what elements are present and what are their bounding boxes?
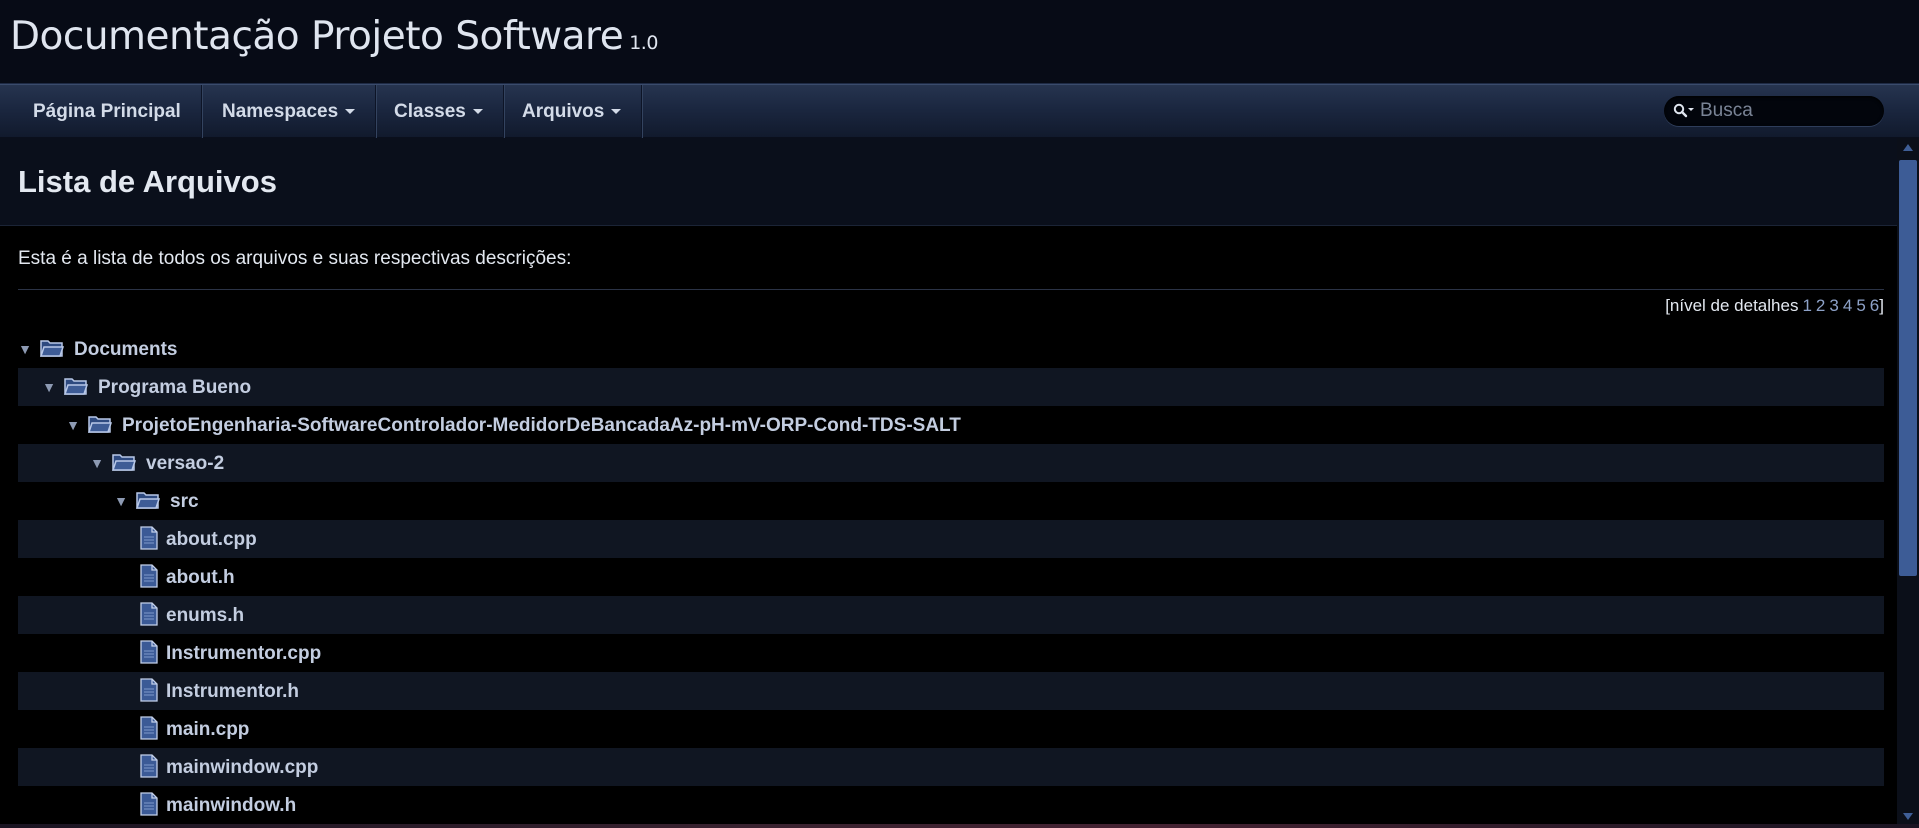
file-icon xyxy=(140,526,158,550)
nav-item-classes[interactable]: Classes xyxy=(374,85,504,138)
folder-link[interactable]: src xyxy=(170,491,199,513)
file-icon xyxy=(140,716,158,740)
expand-toggle-icon[interactable]: ▼ xyxy=(114,493,128,509)
main-nav: Página Principal Namespaces Classes Arqu… xyxy=(0,84,1919,138)
scroll-up-arrow-icon[interactable] xyxy=(1903,144,1913,151)
caret-down-icon xyxy=(472,109,483,114)
folder-link[interactable]: ProjetoEngenharia-SoftwareControlador-Me… xyxy=(122,415,961,437)
title-area: Documentação Projeto Software 1.0 xyxy=(0,0,1919,84)
detail-level-6[interactable]: 6 xyxy=(1870,296,1879,315)
detail-level-4[interactable]: 4 xyxy=(1843,296,1852,315)
tree-file-row: mainwindow.cpp xyxy=(18,748,1884,786)
project-name: Documentação Projeto Software 1.0 xyxy=(10,14,658,59)
page-title: Lista de Arquivos xyxy=(18,164,277,199)
project-name-text: Documentação Projeto Software xyxy=(10,14,624,59)
tree-file-row: about.cpp xyxy=(18,520,1884,558)
tree-file-row: mainwindow.h xyxy=(18,786,1884,824)
scroll-down-arrow-icon[interactable] xyxy=(1903,813,1913,820)
nav-item-label: Classes xyxy=(394,100,466,122)
file-link[interactable]: about.h xyxy=(166,567,235,589)
expand-toggle-icon[interactable]: ▼ xyxy=(66,417,80,433)
tree-folder-row: ▼ Documents xyxy=(18,330,1884,368)
nav-item-label: Página Principal xyxy=(33,100,181,122)
divider xyxy=(18,289,1884,290)
intro-text: Esta é a lista de todos os arquivos e su… xyxy=(18,248,572,269)
file-link[interactable]: Instrumentor.h xyxy=(166,681,299,703)
tree-folder-row: ▼ src xyxy=(18,482,1884,520)
caret-down-icon xyxy=(611,109,622,114)
tree-folder-row: ▼ ProjetoEngenharia-SoftwareControlador-M… xyxy=(18,406,1884,444)
file-link[interactable]: about.cpp xyxy=(166,529,257,551)
nav-item-arquivos[interactable]: Arquivos xyxy=(502,85,643,138)
expand-toggle-icon[interactable]: ▼ xyxy=(90,455,104,471)
folder-open-icon xyxy=(87,414,113,434)
nav-item-label: Arquivos xyxy=(522,100,605,122)
file-icon xyxy=(140,640,158,664)
project-number: 1.0 xyxy=(629,32,658,54)
file-icon xyxy=(140,678,158,702)
vertical-scrollbar[interactable] xyxy=(1897,138,1919,828)
tree-file-row: about.h xyxy=(18,558,1884,596)
tree-folder-row: ▼ Programa Bueno xyxy=(18,368,1884,406)
tree-file-row: enums.h xyxy=(18,596,1884,634)
main-content: Lista de Arquivos Esta é a lista de todo… xyxy=(0,138,1897,828)
folder-open-icon xyxy=(63,376,89,396)
detail-level-close: ] xyxy=(1879,296,1884,315)
file-icon xyxy=(140,564,158,588)
detail-level-5[interactable]: 5 xyxy=(1856,296,1865,315)
folder-link[interactable]: versao-2 xyxy=(146,453,224,475)
folder-open-icon xyxy=(111,452,137,472)
folder-link[interactable]: Documents xyxy=(74,339,177,361)
folder-open-icon xyxy=(135,490,161,510)
tree-file-row: main.cpp xyxy=(18,710,1884,748)
search-box[interactable] xyxy=(1664,96,1884,126)
folder-link[interactable]: Programa Bueno xyxy=(98,377,251,399)
folder-open-icon xyxy=(39,338,65,358)
tree-file-row: Instrumentor.cpp xyxy=(18,634,1884,672)
caret-down-icon xyxy=(345,109,356,114)
detail-level-label: [nível de detalhes xyxy=(1665,296,1799,315)
scrollbar-thumb[interactable] xyxy=(1899,160,1917,576)
detail-level-1[interactable]: 1 xyxy=(1802,296,1811,315)
file-link[interactable]: mainwindow.cpp xyxy=(166,757,318,779)
tree-folder-row: ▼ versao-2 xyxy=(18,444,1884,482)
file-link[interactable]: enums.h xyxy=(166,605,244,627)
nav-item-pagina-principal[interactable]: Página Principal xyxy=(13,85,202,138)
search-input[interactable] xyxy=(1700,99,1870,123)
nav-item-label: Namespaces xyxy=(222,100,339,122)
expand-toggle-icon[interactable]: ▼ xyxy=(42,379,56,395)
window-bottom-edge xyxy=(0,824,1919,828)
file-link[interactable]: Instrumentor.cpp xyxy=(166,643,321,665)
file-icon xyxy=(140,602,158,626)
nav-item-namespaces[interactable]: Namespaces xyxy=(202,85,377,138)
search-icon[interactable] xyxy=(1673,103,1695,119)
file-icon xyxy=(140,792,158,816)
detail-level-2[interactable]: 2 xyxy=(1816,296,1825,315)
detail-level-selector: [nível de detalhes 1 2 3 4 5 6] xyxy=(1665,296,1884,316)
file-link[interactable]: main.cpp xyxy=(166,719,249,741)
tree-file-row: Instrumentor.h xyxy=(18,672,1884,710)
file-link[interactable]: mainwindow.h xyxy=(166,795,296,817)
expand-toggle-icon[interactable]: ▼ xyxy=(18,341,32,357)
detail-level-3[interactable]: 3 xyxy=(1829,296,1838,315)
page-header: Lista de Arquivos xyxy=(0,138,1897,226)
file-tree: ▼ Documents ▼ Programa Bueno ▼ ProjetoEngenha… xyxy=(18,330,1884,824)
file-icon xyxy=(140,754,158,778)
